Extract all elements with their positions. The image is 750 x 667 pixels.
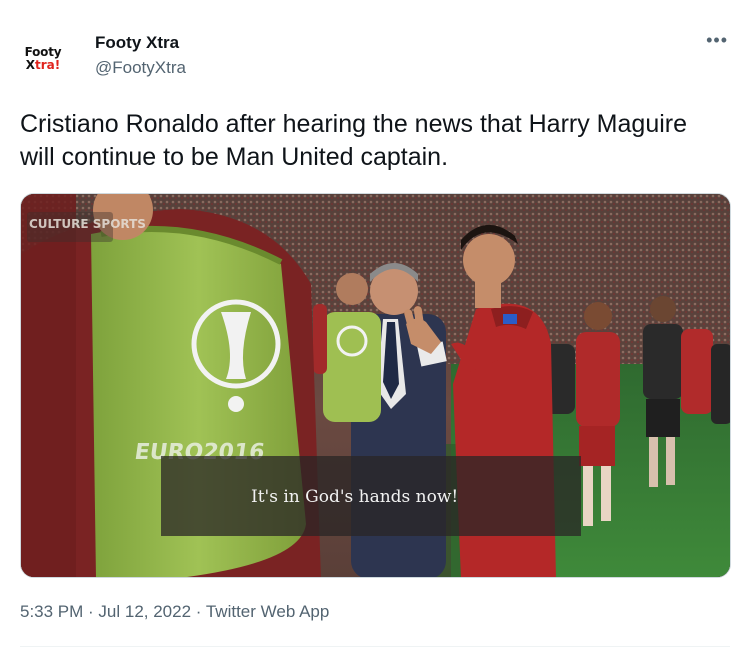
avatar-logo-line1: Footy	[24, 44, 62, 59]
more-horizontal-icon[interactable]: •••	[706, 30, 728, 51]
avatar-logo-line2: Xtra!	[26, 59, 61, 71]
tweet-media[interactable]: EURO2016 CULTURE SPORTS It's in God's ha…	[20, 193, 731, 578]
divider	[20, 646, 730, 647]
watermark-text: CULTURE SPORTS	[29, 217, 146, 231]
display-name[interactable]: Footy Xtra	[95, 33, 179, 53]
media-image: EURO2016 CULTURE SPORTS	[21, 194, 730, 577]
media-subtitle: It's in God's hands now!	[251, 487, 459, 507]
handle[interactable]: @FootyXtra	[95, 58, 186, 78]
avatar-logo-x: X	[25, 57, 36, 72]
tweet: Footy Xtra! Footy Xtra @FootyXtra ••• Cr…	[0, 0, 750, 667]
avatar[interactable]: Footy Xtra!	[18, 38, 68, 78]
tweet-text: Cristiano Ronaldo after hearing the news…	[20, 110, 688, 171]
tweet-meta[interactable]: 5:33 PM · Jul 12, 2022 · Twitter Web App	[20, 602, 329, 622]
avatar-logo-accent: tra!	[35, 57, 61, 72]
